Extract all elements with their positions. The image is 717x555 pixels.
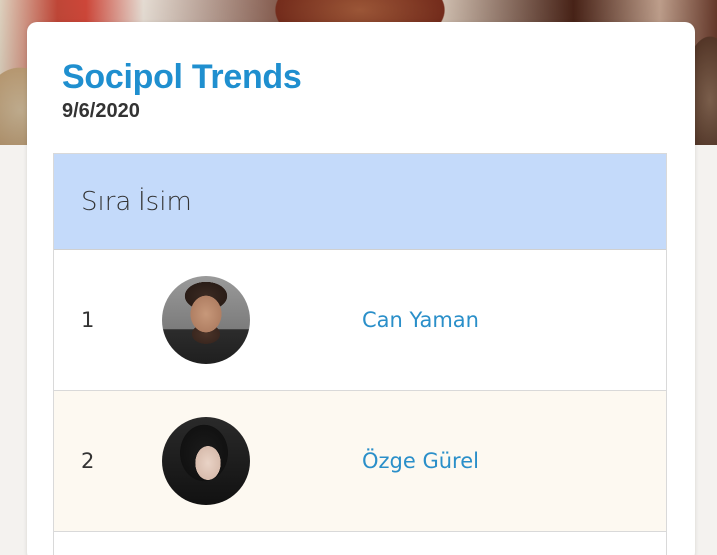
page-date: 9/6/2020 (62, 100, 140, 122)
table-row: 2 Özge Gürel (54, 391, 666, 532)
person-name-link[interactable]: Can Yaman (362, 308, 479, 332)
trends-table: Sıra İsim 1 Can Yaman 2 Özge Gürel (53, 153, 667, 555)
person-name-link[interactable]: Özge Gürel (362, 449, 479, 473)
column-header-name: İsim (138, 186, 192, 217)
avatar[interactable] (162, 417, 250, 505)
table-row (54, 532, 666, 555)
avatar[interactable] (162, 276, 250, 364)
page-title: Socipol Trends (62, 58, 302, 96)
row-rank: 1 (81, 308, 95, 332)
column-header-rank: Sıra (81, 186, 132, 217)
row-rank: 2 (81, 449, 95, 473)
trends-card: Socipol Trends 9/6/2020 Sıra İsim 1 Can … (27, 22, 695, 555)
table-row: 1 Can Yaman (54, 250, 666, 391)
table-header: Sıra İsim (54, 154, 666, 250)
